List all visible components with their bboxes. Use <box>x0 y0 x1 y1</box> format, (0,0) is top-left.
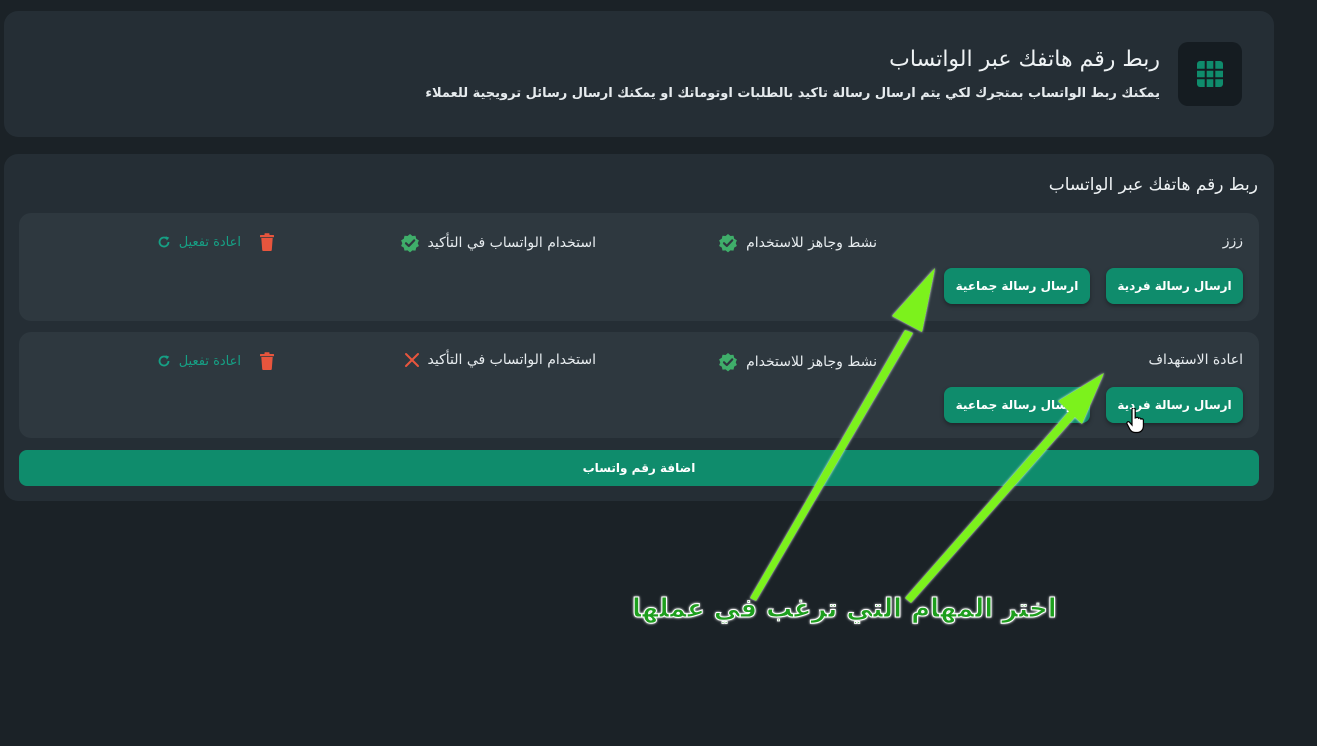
confirm-status-label: استخدام الواتساب في التأكيد <box>427 235 597 251</box>
reactivate-label: اعادة تفعيل <box>178 353 241 369</box>
trash-icon[interactable] <box>259 233 275 251</box>
verified-check-icon <box>718 352 738 372</box>
page-description: يمكنك ربط الواتساب بمتجرك لكي يتم ارسال … <box>425 86 1160 101</box>
reactivate-label: اعادة تفعيل <box>178 234 241 250</box>
trash-icon[interactable] <box>259 352 275 370</box>
send-group-message-button[interactable]: ارسال رسالة جماعية <box>944 268 1090 304</box>
add-whatsapp-number-button[interactable]: اضافة رقم واتساب <box>19 450 1259 486</box>
active-status: نشط وجاهز للاستخدام <box>718 352 877 372</box>
verified-check-icon <box>718 233 738 253</box>
confirm-status: استخدام الواتساب في التأكيد <box>404 352 597 368</box>
verified-check-icon <box>400 233 420 253</box>
confirm-status-label: استخدام الواتساب في التأكيد <box>427 352 597 368</box>
active-status-label: نشط وجاهز للاستخدام <box>746 354 877 370</box>
number-name: ززز <box>1222 233 1243 249</box>
page-title: ربط رقم هاتفك عبر الواتساب <box>889 47 1160 72</box>
app-logo <box>1178 42 1242 106</box>
reactivate-button[interactable]: اعادة تفعيل <box>157 235 241 250</box>
active-status: نشط وجاهز للاستخدام <box>718 233 877 253</box>
card-actions: اعادة تفعيل <box>157 352 275 370</box>
send-single-message-button[interactable]: ارسال رسالة فردية <box>1106 268 1243 304</box>
number-name: اعادة الاستهداف <box>1148 352 1243 368</box>
card-actions: اعادة تفعيل <box>157 233 275 251</box>
whatsapp-numbers-panel: ربط رقم هاتفك عبر الواتساب ززز نشط وجاهز… <box>4 154 1274 501</box>
hand-cursor-icon <box>1126 407 1144 438</box>
whatsapp-number-card: اعادة الاستهداف نشط وجاهز للاستخدام استخ… <box>19 332 1259 438</box>
reactivate-button[interactable]: اعادة تفعيل <box>157 354 241 369</box>
header-panel: ربط رقم هاتفك عبر الواتساب يمكنك ربط الو… <box>4 11 1274 137</box>
active-status-label: نشط وجاهز للاستخدام <box>746 235 877 251</box>
confirm-status: استخدام الواتساب في التأكيد <box>400 233 597 253</box>
section-title: ربط رقم هاتفك عبر الواتساب <box>1048 175 1258 195</box>
grid-icon <box>1196 60 1224 88</box>
refresh-icon <box>157 235 171 249</box>
x-icon <box>404 352 420 368</box>
refresh-icon <box>157 354 171 368</box>
whatsapp-number-card: ززز نشط وجاهز للاستخدام استخدام الواتساب… <box>19 213 1259 321</box>
send-group-message-button[interactable]: ارسال رسالة جماعية <box>944 387 1090 423</box>
annotation-caption: اختر المهام التي ترغب في عملها <box>632 594 1057 625</box>
